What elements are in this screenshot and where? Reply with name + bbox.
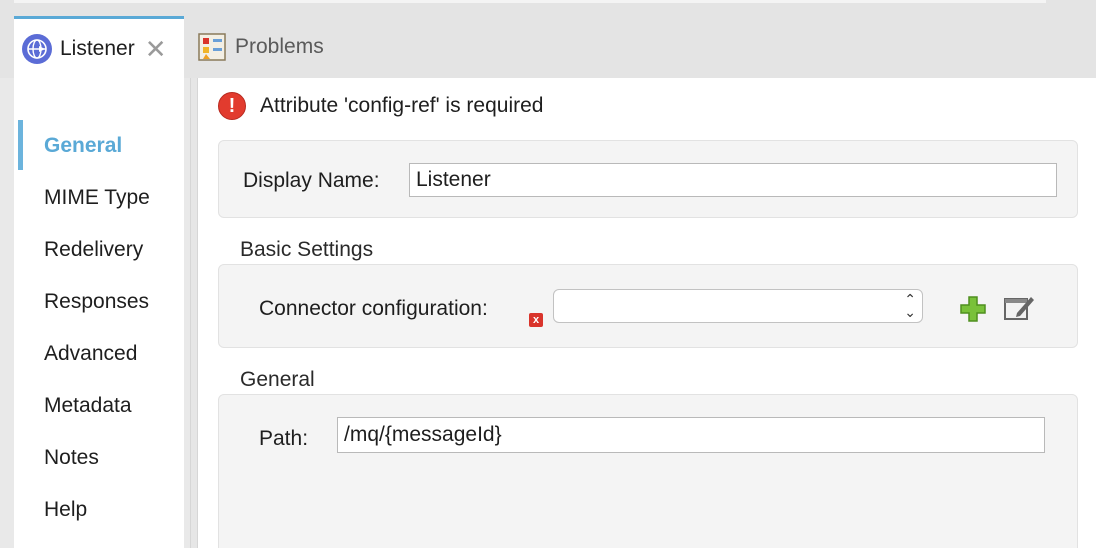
display-name-label: Display Name: <box>243 169 380 192</box>
general-section-title: General <box>240 368 315 391</box>
basic-settings-panel: Connector configuration: x ⌃ ⌄ <box>218 264 1078 348</box>
basic-settings-title: Basic Settings <box>240 238 374 261</box>
path-label: Path: <box>259 427 309 450</box>
nav-item-help[interactable]: Help <box>44 498 87 522</box>
problems-icon <box>197 32 227 62</box>
edit-configuration-icon[interactable] <box>1003 293 1035 323</box>
tab-listener[interactable]: Listener ✕ <box>14 16 184 78</box>
nav-item-mime-type[interactable]: MIME Type <box>44 186 150 210</box>
active-nav-indicator <box>18 120 23 170</box>
tab-bar-top-line <box>14 0 1046 3</box>
close-icon[interactable]: ✕ <box>145 36 167 62</box>
display-name-input[interactable] <box>409 163 1057 197</box>
editor-tab-bar: Listener ✕ Problems <box>0 0 1096 78</box>
general-panel: Path: <box>218 394 1078 548</box>
chevron-up-down-icon: ⌃ ⌄ <box>904 291 916 320</box>
display-name-panel: Display Name: <box>218 140 1078 218</box>
nav-item-advanced[interactable]: Advanced <box>44 342 137 366</box>
tab-problems-label: Problems <box>235 35 324 58</box>
tab-listener-label: Listener <box>60 36 135 60</box>
pane-splitter[interactable] <box>190 78 198 548</box>
section-nav: General MIME Type Redelivery Responses A… <box>14 78 184 548</box>
error-banner: ! Attribute 'config-ref' is required <box>218 92 543 120</box>
nav-item-metadata[interactable]: Metadata <box>44 394 132 418</box>
error-icon: ! <box>218 92 246 120</box>
nav-item-general[interactable]: General <box>44 134 122 158</box>
nav-item-responses[interactable]: Responses <box>44 290 149 314</box>
path-input[interactable] <box>337 417 1045 453</box>
error-message: Attribute 'config-ref' is required <box>260 94 544 117</box>
connector-configuration-label: Connector configuration: <box>259 297 488 320</box>
connector-configuration-select[interactable]: ⌃ ⌄ <box>553 289 923 323</box>
tab-problems[interactable]: Problems <box>197 16 397 78</box>
nav-item-notes[interactable]: Notes <box>44 446 99 470</box>
properties-panel: ! Attribute 'config-ref' is required Dis… <box>198 78 1096 548</box>
required-error-icon: x <box>529 313 543 327</box>
nav-item-redelivery[interactable]: Redelivery <box>44 238 143 262</box>
add-configuration-icon[interactable] <box>959 295 987 323</box>
listener-globe-icon <box>22 33 52 64</box>
